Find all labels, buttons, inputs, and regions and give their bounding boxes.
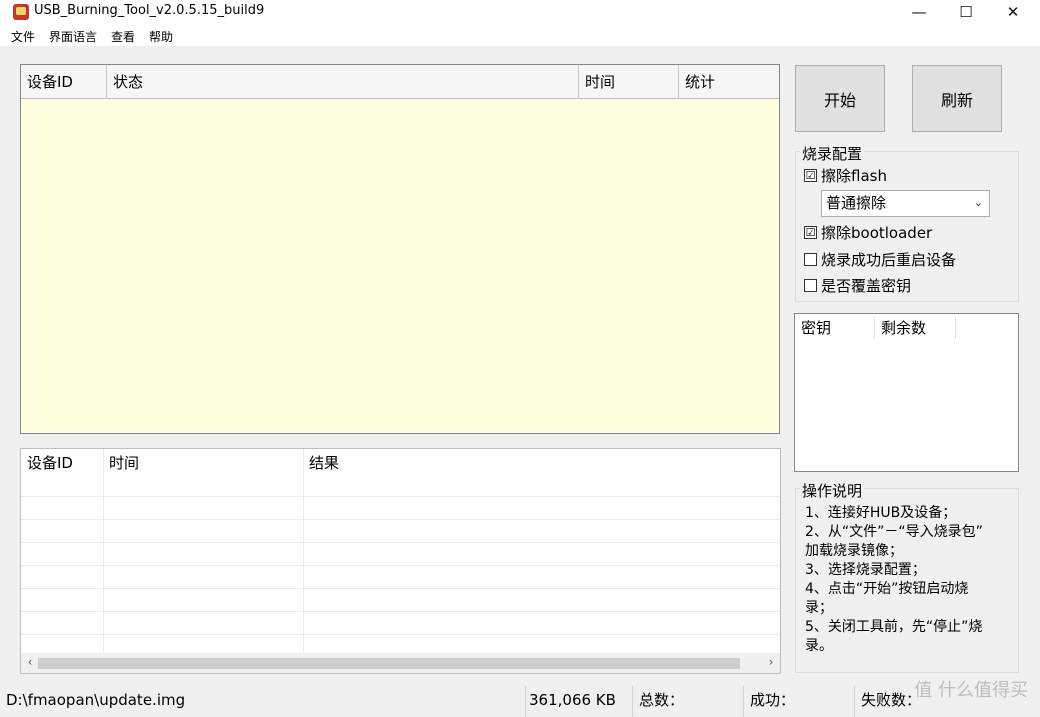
scroll-right-icon[interactable]: ›: [763, 655, 779, 669]
history-column-result[interactable]: 结果: [303, 452, 339, 473]
status-image-path: D:\fmaopan\update.img: [0, 686, 526, 717]
checkbox-box[interactable]: ☑: [804, 169, 817, 182]
title-bar: USB_Burning_Tool_v2.0.5.15_build9 — ☐ ✕: [0, 0, 1040, 24]
scroll-left-icon[interactable]: ‹: [22, 655, 38, 669]
checkbox-box[interactable]: [804, 279, 817, 292]
window-title: USB_Burning_Tool_v2.0.5.15_build9: [34, 3, 265, 18]
instruction-line: 录。: [805, 638, 833, 654]
column-divider: [303, 449, 304, 653]
erase-bootloader-label: 擦除bootloader: [821, 224, 933, 242]
burn-config-title: 烧录配置: [800, 143, 865, 164]
instructions-text: 1、连接好HUB及设备； 2、从“文件”－“导入烧录包” 加载烧录镜像； 3、选…: [805, 504, 1015, 656]
erase-mode-select[interactable]: 普通擦除 ⌄: [821, 190, 990, 217]
checkbox-box[interactable]: ☑: [804, 226, 817, 239]
status-success: 成功：: [744, 686, 855, 717]
key-table[interactable]: 密钥 剩余数: [794, 313, 1019, 472]
history-column-time[interactable]: 时间: [103, 452, 139, 473]
column-status[interactable]: 状态: [107, 65, 579, 99]
watermark: 值 什么值得买: [914, 680, 1028, 701]
instruction-line: 4、点击“开始”按钮启动烧: [805, 581, 969, 597]
overwrite-key-checkbox[interactable]: 是否覆盖密钥: [804, 275, 911, 296]
instruction-line: 1、连接好HUB及设备；: [805, 505, 957, 521]
horizontal-scrollbar[interactable]: ‹ ›: [21, 653, 780, 673]
row-divider: [21, 634, 780, 635]
erase-bootloader-checkbox[interactable]: ☑ 擦除bootloader: [804, 222, 932, 243]
menu-help[interactable]: 帮助: [149, 28, 173, 45]
maximize-button[interactable]: ☐: [943, 0, 989, 24]
menu-file[interactable]: 文件: [11, 28, 35, 45]
erase-flash-checkbox[interactable]: ☑ 擦除flash: [804, 165, 887, 186]
status-image-size: 361,066 KB: [526, 686, 633, 717]
row-divider: [21, 588, 780, 589]
instructions-title: 操作说明: [800, 480, 865, 501]
start-button[interactable]: 开始: [795, 65, 885, 132]
row-divider: [21, 496, 780, 497]
reboot-after-label: 烧录成功后重启设备: [821, 251, 957, 269]
close-button[interactable]: ✕: [990, 0, 1036, 24]
instruction-line: 5、关闭工具前，先“停止”烧: [805, 619, 983, 635]
history-grid-header: 设备ID 时间 结果: [21, 449, 780, 475]
scroll-thumb[interactable]: [38, 658, 740, 669]
menu-bar: 文件 界面语言 查看 帮助: [0, 24, 1040, 46]
minimize-button[interactable]: —: [896, 0, 942, 24]
column-divider: [103, 449, 104, 653]
chevron-down-icon: ⌄: [973, 196, 983, 209]
row-divider: [21, 565, 780, 566]
erase-mode-value: 普通擦除: [826, 194, 887, 212]
overwrite-key-label: 是否覆盖密钥: [821, 277, 912, 295]
device-grid-header: 设备ID 状态 时间 统计: [21, 65, 779, 99]
column-stats[interactable]: 统计: [679, 65, 779, 99]
column-time[interactable]: 时间: [579, 65, 679, 99]
instruction-line: 3、选择烧录配置；: [805, 562, 926, 578]
instruction-line: 加载烧录镜像；: [805, 543, 903, 559]
row-divider: [21, 611, 780, 612]
row-divider: [21, 542, 780, 543]
status-total: 总数：: [633, 686, 744, 717]
menu-language[interactable]: 界面语言: [49, 28, 97, 45]
column-key[interactable]: 密钥: [795, 317, 875, 339]
reboot-after-checkbox[interactable]: 烧录成功后重启设备: [804, 249, 956, 270]
instruction-line: 录；: [805, 600, 833, 616]
refresh-button[interactable]: 刷新: [912, 65, 1002, 132]
history-column-device-id[interactable]: 设备ID: [21, 452, 73, 473]
device-grid[interactable]: 设备ID 状态 时间 统计: [20, 64, 780, 434]
status-bar: D:\fmaopan\update.img 361,066 KB 总数： 成功：…: [0, 686, 1040, 717]
column-device-id[interactable]: 设备ID: [21, 65, 107, 99]
checkbox-box[interactable]: [804, 253, 817, 266]
instruction-line: 2、从“文件”－“导入烧录包”: [805, 524, 983, 540]
history-grid[interactable]: 设备ID 时间 结果 ‹ ›: [20, 448, 781, 674]
app-icon: [13, 4, 29, 20]
row-divider: [21, 519, 780, 520]
menu-view[interactable]: 查看: [111, 28, 135, 45]
device-grid-body[interactable]: [21, 99, 779, 433]
column-remaining[interactable]: 剩余数: [875, 317, 956, 339]
erase-flash-label: 擦除flash: [821, 167, 887, 185]
